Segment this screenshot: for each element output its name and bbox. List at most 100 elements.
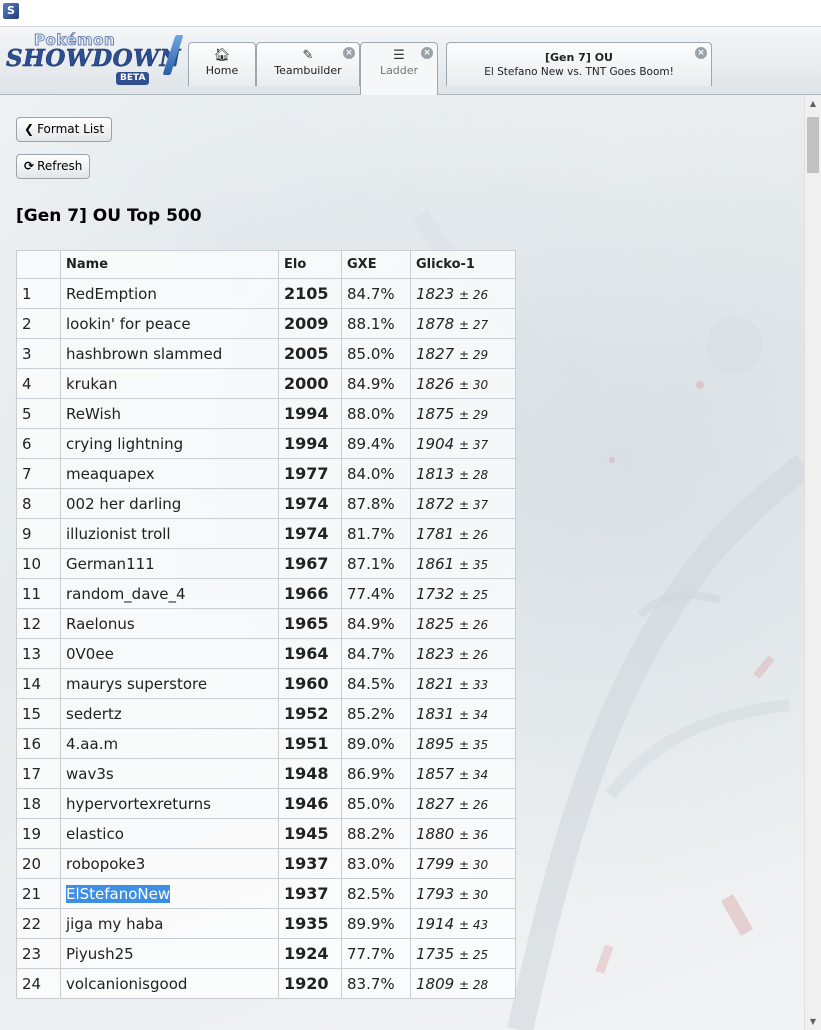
player-name-cell[interactable]: illuzionist troll	[60, 518, 279, 549]
player-name-cell[interactable]: 4.aa.m	[60, 728, 279, 759]
table-row: 14 maurys superstore 1960 84.5% 1821 ± 33	[16, 668, 516, 699]
glicko-cell: 1823 ± 26	[410, 278, 516, 309]
player-name-link[interactable]: RedEmption	[66, 285, 157, 303]
close-icon[interactable]: ×	[421, 47, 433, 59]
glicko-rating: 1813	[416, 464, 455, 483]
app-icon: S	[3, 3, 19, 19]
elo-cell: 1937	[278, 878, 342, 909]
glicko-rating: 1872	[416, 494, 455, 513]
col-name-header: Name	[60, 250, 279, 279]
player-name-cell[interactable]: hashbrown slammed	[60, 338, 279, 369]
player-name-cell[interactable]: sedertz	[60, 698, 279, 729]
player-name-link[interactable]: jiga my haba	[66, 915, 164, 933]
glicko-deviation: ± 26	[458, 647, 489, 662]
table-row: 1 RedEmption 2105 84.7% 1823 ± 26	[16, 278, 516, 309]
player-name-cell[interactable]: volcanionisgood	[60, 968, 279, 999]
player-name-link[interactable]: volcanionisgood	[66, 975, 187, 993]
player-name-link[interactable]: robopoke3	[66, 855, 145, 873]
player-name-link[interactable]: crying lightning	[66, 435, 183, 453]
player-name-link[interactable]: maurys superstore	[66, 675, 207, 693]
player-name-link[interactable]: hashbrown slammed	[66, 345, 222, 363]
player-name-link[interactable]: wav3s	[66, 765, 114, 783]
elo-cell: 1952	[278, 698, 342, 729]
tab-battle[interactable]: × [Gen 7] OU El Stefano New vs. TNT Goes…	[446, 42, 712, 86]
glicko-cell: 1821 ± 33	[410, 668, 516, 699]
player-name-cell[interactable]: hypervortexreturns	[60, 788, 279, 819]
player-name-link[interactable]: elastico	[66, 825, 124, 843]
player-name-cell[interactable]: 0V0ee	[60, 638, 279, 669]
player-name-cell[interactable]: crying lightning	[60, 428, 279, 459]
refresh-button[interactable]: ⟳ Refresh	[16, 154, 91, 179]
player-name-cell[interactable]: krukan	[60, 368, 279, 399]
rank-cell: 7	[16, 458, 61, 489]
player-name-cell[interactable]: German111	[60, 548, 279, 579]
table-row: 15 sedertz 1952 85.2% 1831 ± 34	[16, 698, 516, 729]
player-name-link[interactable]: Raelonus	[66, 615, 135, 633]
player-name-link[interactable]: hypervortexreturns	[66, 795, 211, 813]
player-name-cell[interactable]: robopoke3	[60, 848, 279, 879]
gxe-cell: 87.8%	[341, 488, 411, 519]
player-name-cell[interactable]: Raelonus	[60, 608, 279, 639]
table-row: 18 hypervortexreturns 1946 85.0% 1827 ± 26	[16, 788, 516, 819]
rank-cell: 17	[16, 758, 61, 789]
player-name-cell[interactable]: random_dave_4	[60, 578, 279, 609]
player-name-link[interactable]: 4.aa.m	[66, 735, 118, 753]
scroll-thumb[interactable]	[807, 117, 819, 173]
glicko-rating: 1875	[416, 404, 455, 423]
glicko-deviation: ± 30	[458, 887, 489, 902]
battle-tab-title: [Gen 7] OU	[545, 51, 613, 64]
glicko-deviation: ± 26	[458, 527, 489, 542]
player-name-link[interactable]: meaquapex	[66, 465, 155, 483]
player-name-cell[interactable]: ElStefanoNew	[60, 878, 279, 909]
elo-cell: 1974	[278, 488, 342, 519]
glicko-rating: 1823	[416, 644, 455, 663]
gxe-cell: 87.1%	[341, 548, 411, 579]
elo-cell: 1974	[278, 518, 342, 549]
player-name-link[interactable]: sedertz	[66, 705, 122, 723]
player-name-cell[interactable]: 002 her darling	[60, 488, 279, 519]
player-name-link[interactable]: German111	[66, 555, 155, 573]
glicko-rating: 1821	[416, 674, 455, 693]
player-name-cell[interactable]: lookin' for peace	[60, 308, 279, 339]
glicko-cell: 1861 ± 35	[410, 548, 516, 579]
showdown-logo[interactable]: Pokémon SHOWDOWN BETA	[6, 31, 186, 89]
glicko-deviation: ± 25	[458, 587, 489, 602]
player-name-cell[interactable]: jiga my haba	[60, 908, 279, 939]
player-name-link[interactable]: 0V0ee	[66, 645, 114, 663]
format-list-button[interactable]: ❮ Format List	[16, 117, 113, 142]
table-row: 5 ReWish 1994 88.0% 1875 ± 29	[16, 398, 516, 429]
player-name-link[interactable]: illuzionist troll	[66, 525, 171, 543]
player-name-cell[interactable]: wav3s	[60, 758, 279, 789]
player-name-link[interactable]: lookin' for peace	[66, 315, 191, 333]
player-name-link[interactable]: random_dave_4	[66, 585, 186, 603]
tab-ladder[interactable]: × ☰ Ladder	[360, 42, 438, 95]
player-name-link[interactable]: Piyush25	[66, 945, 134, 963]
glicko-deviation: ± 26	[458, 617, 489, 632]
glicko-cell: 1799 ± 30	[410, 848, 516, 879]
player-name-cell[interactable]: Piyush25	[60, 938, 279, 969]
vertical-scrollbar[interactable]: ▲ ▼	[804, 95, 821, 1030]
glicko-rating: 1904	[416, 434, 455, 453]
scroll-up-icon[interactable]: ▲	[805, 95, 821, 112]
tab-teambuilder[interactable]: × ✎ Teambuilder	[256, 42, 360, 86]
player-name-link[interactable]: krukan	[66, 375, 117, 393]
glicko-deviation: ± 30	[458, 857, 489, 872]
elo-cell: 2000	[278, 368, 342, 399]
elo-cell: 1994	[278, 428, 342, 459]
close-icon[interactable]: ×	[343, 47, 355, 59]
player-name-link[interactable]: ReWish	[66, 405, 121, 423]
player-name-link[interactable]: ElStefanoNew	[66, 884, 171, 903]
elo-cell: 2005	[278, 338, 342, 369]
gxe-cell: 81.7%	[341, 518, 411, 549]
player-name-cell[interactable]: meaquapex	[60, 458, 279, 489]
gxe-cell: 84.9%	[341, 368, 411, 399]
player-name-cell[interactable]: maurys superstore	[60, 668, 279, 699]
glicko-deviation: ± 34	[458, 707, 489, 722]
player-name-link[interactable]: 002 her darling	[66, 495, 181, 513]
player-name-cell[interactable]: elastico	[60, 818, 279, 849]
scroll-down-icon[interactable]: ▼	[805, 1013, 821, 1030]
close-icon[interactable]: ×	[695, 47, 707, 59]
player-name-cell[interactable]: RedEmption	[60, 278, 279, 309]
tab-home[interactable]: 🏠︎ Home	[188, 42, 256, 86]
player-name-cell[interactable]: ReWish	[60, 398, 279, 429]
